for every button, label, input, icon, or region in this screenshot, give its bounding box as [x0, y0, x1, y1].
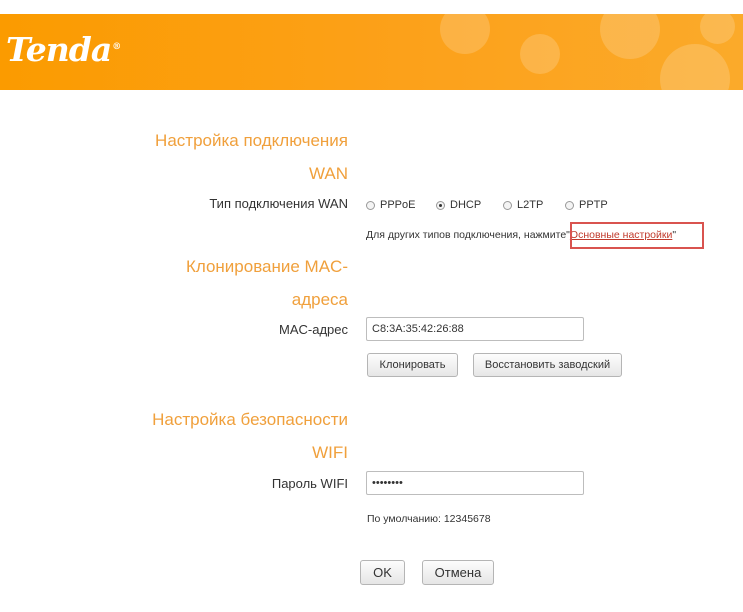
- wan-section-title: Настройка подключения WAN: [155, 131, 348, 183]
- default-password-hint: По умолчанию: 12345678: [367, 513, 491, 525]
- wifi-section-title: Настройка безопасности WIFI: [152, 410, 348, 462]
- mac-address-label: MAC-адрес: [279, 322, 348, 337]
- wifi-password-label: Пароль WIFI: [271, 476, 348, 491]
- wifi-password-input[interactable]: [366, 471, 584, 495]
- decorative-bubble: [600, 14, 660, 59]
- wan-type-label: Тип подключения WAN: [209, 196, 348, 211]
- decorative-bubble: [440, 14, 490, 54]
- radio-circle-selected[interactable]: [436, 200, 445, 210]
- radio-circle[interactable]: [366, 200, 375, 210]
- cancel-button[interactable]: Отмена: [422, 560, 494, 585]
- mac-address-input[interactable]: [366, 317, 584, 341]
- radio-l2tp[interactable]: L2TP: [503, 199, 543, 211]
- radio-pptp[interactable]: PPTP: [565, 199, 608, 211]
- radio-circle[interactable]: [503, 200, 512, 210]
- tenda-logo: Tenda®: [6, 30, 121, 69]
- radio-dhcp[interactable]: DHCP: [436, 199, 481, 211]
- clone-button[interactable]: Клонировать: [367, 353, 458, 377]
- highlight-box: [570, 222, 704, 249]
- ok-button[interactable]: OK: [360, 560, 405, 585]
- decorative-bubble: [660, 44, 730, 90]
- header-banner: Tenda®: [0, 14, 743, 90]
- radio-circle[interactable]: [565, 200, 574, 210]
- radio-pppoe[interactable]: PPPoE: [366, 199, 415, 211]
- decorative-bubble: [520, 34, 560, 74]
- decorative-bubble: [700, 14, 735, 44]
- restore-factory-button[interactable]: Восстановить заводский: [473, 353, 622, 377]
- mac-section-title: Клонирование MAC- адреса: [185, 257, 348, 309]
